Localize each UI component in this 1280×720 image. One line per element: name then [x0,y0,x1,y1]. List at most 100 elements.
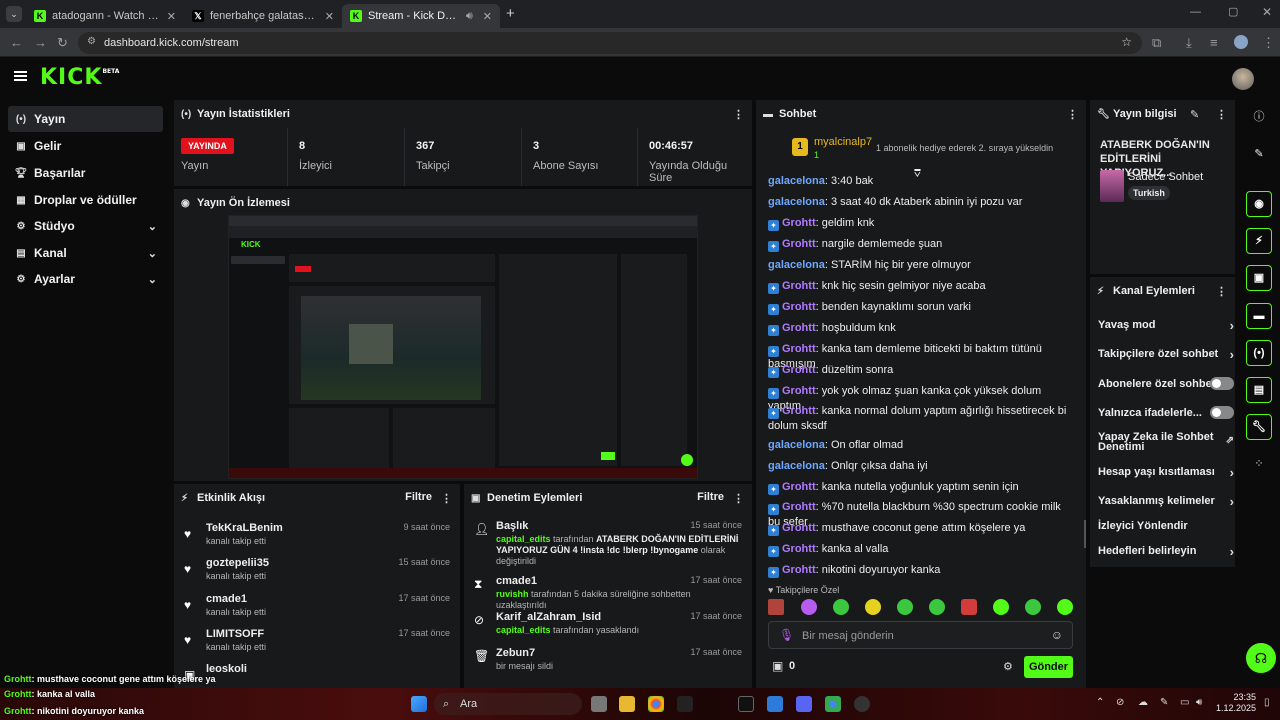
forward-icon[interactable]: → [34,35,47,50]
network-icon[interactable]: ▭ [1180,697,1189,708]
tray-icon[interactable]: ⊘ [1116,697,1124,708]
treasure-icon[interactable]: ▣ [772,659,783,673]
apps-icon[interactable]: ⁘ [1246,452,1272,478]
sidebar-item-kanal[interactable]: ▤ Kanal ⌄ [8,240,163,266]
emote-icon[interactable] [865,599,881,615]
site-info-icon[interactable]: ⚙ [87,36,96,47]
minimize-button[interactable]: — [1190,6,1201,18]
emote-icon[interactable] [833,599,849,615]
obs-icon[interactable] [854,696,870,712]
chrome-icon[interactable] [648,696,664,712]
stream-preview-video[interactable]: KICK [228,215,698,479]
microphone-icon[interactable]: 🎙︎ [779,628,794,642]
back-icon[interactable]: ← [10,35,23,50]
browser-menu-icon[interactable]: ⋮ [1262,35,1275,51]
close-icon[interactable]: ✕ [325,10,334,23]
action-ai-moderation[interactable]: Yapay Zeka ile Sohbet Denetimi ⇗ [1098,432,1234,453]
chat-input[interactable]: 🎙︎ Bir mesaj gönderin ☺ [768,621,1073,649]
sidebar-item-droplar[interactable]: ▦ Droplar ve ödüller [8,187,163,213]
speaker-icon[interactable]: 🔊︎ [466,10,473,23]
extensions-icon[interactable]: ⧉ [1152,35,1161,51]
emote-icon[interactable] [929,599,945,615]
action-raid[interactable]: İzleyici Yönlendir [1098,520,1228,532]
toggle-switch[interactable] [1210,377,1234,390]
browser-tab-2[interactable]: 𝕏 fenerbahçe galatasaray - Search ✕ [184,4,342,28]
window-close-button[interactable]: ✕ [1262,5,1272,19]
action-followers-only[interactable]: Takipçilere özel sohbet › [1098,347,1234,362]
action-subscribers-only[interactable]: Abonelere özel sohbet [1098,377,1234,390]
file-explorer-icon[interactable] [619,696,635,712]
sidebar-item-ayarlar[interactable]: ⚙ Ayarlar ⌄ [8,266,163,292]
capcut-icon[interactable] [677,696,693,712]
moderation-toggle-icon[interactable]: ▣ [1246,265,1272,291]
emote-icon[interactable] [993,599,1009,615]
send-button[interactable]: Gönder [1024,656,1073,678]
windows-start-icon[interactable] [411,696,427,712]
notification-icon[interactable]: ▯ [1264,697,1270,708]
sidebar-item-gelir[interactable]: ▣ Gelir [8,133,163,159]
sidebar-item-basarilar[interactable]: 🏆︎ Başarılar [8,160,163,186]
tray-icon[interactable]: ☁ [1138,697,1148,708]
action-account-age[interactable]: Hesap yaşı kısıtlaması › [1098,465,1234,480]
emote-icon[interactable] [1057,599,1073,615]
new-tab-button[interactable]: + [506,5,515,22]
action-goals[interactable]: Hedefleri belirleyin › [1098,544,1234,559]
clock[interactable]: 23:35 1.12.2025 [1216,692,1256,714]
info-icon[interactable]: ⓘ [1246,105,1272,131]
menu-icon[interactable] [14,71,27,81]
edit-icon[interactable]: ✎ [1246,142,1272,168]
filter-button[interactable]: Filtre [697,491,724,503]
filter-button[interactable]: Filtre [405,491,432,503]
maximize-button[interactable]: ▢ [1228,5,1238,18]
app-icon[interactable] [738,696,754,712]
edit-icon[interactable]: ✎ [1190,108,1199,121]
tab-search-button[interactable]: ⌄ [6,6,22,22]
browser-tab-3[interactable]: K Stream - Kick Dashboard 🔊︎ ✕ [342,4,500,28]
profile-icon[interactable] [1234,35,1248,49]
chat-settings-icon[interactable]: ⚙ [1003,660,1013,673]
emote-icon[interactable] [961,599,977,615]
action-emotes-only[interactable]: Yalnızca ifadelerle... [1098,406,1234,419]
tray-icon[interactable]: ✎ [1160,697,1168,708]
reading-list-icon[interactable]: ≡ [1210,35,1218,50]
stream-preview-toggle-icon[interactable]: ◉ [1246,191,1272,217]
url-bar[interactable]: ⚙ dashboard.kick.com/stream ☆ [78,32,1142,54]
emote-icon[interactable] [768,599,784,615]
sidebar-item-studyo[interactable]: ⚙ Stüdyo ⌄ [8,213,163,239]
tray-chevron-icon[interactable]: ⌃ [1096,697,1104,708]
taskbar-search[interactable]: ⌕ Ara [434,693,582,715]
bookmark-star-icon[interactable]: ☆ [1121,35,1132,49]
close-icon[interactable]: ✕ [483,10,492,23]
more-options-icon[interactable]: ⋮ [1216,285,1227,298]
action-banned-words[interactable]: Yasaklanmış kelimeler › [1098,494,1234,509]
chrome-icon[interactable] [825,696,841,712]
downloads-icon[interactable]: ⤓ [1186,35,1192,51]
task-view-icon[interactable] [591,696,607,712]
actions-toggle-icon[interactable]: ▤ [1246,377,1272,403]
reload-icon[interactable]: ↻ [57,35,68,51]
sidebar-item-yayin[interactable]: (•) Yayın [8,106,163,132]
discord-icon[interactable] [796,696,812,712]
more-options-icon[interactable]: ⋮ [733,492,744,505]
more-options-icon[interactable]: ⋮ [441,492,452,505]
emoji-icon[interactable]: ☺ [1051,628,1063,642]
app-icon[interactable] [767,696,783,712]
more-options-icon[interactable]: ⋮ [1216,108,1227,121]
broadcast-toggle-icon[interactable]: (•) [1246,340,1272,366]
close-icon[interactable]: ✕ [167,10,176,23]
action-slow-mode[interactable]: Yavaş mod › [1098,318,1234,333]
emote-icon[interactable] [801,599,817,615]
wrench-toggle-icon[interactable]: 🔧︎ [1246,414,1272,440]
scrollbar[interactable] [1084,520,1086,548]
browser-tab-1[interactable]: K atadogann - Watch the VOD on ✕ [26,4,184,28]
support-headset-icon[interactable]: ☊ [1246,643,1276,673]
kick-logo[interactable]: KICKBETA [40,65,119,90]
lightning-toggle-icon[interactable]: ⚡︎ [1246,228,1272,254]
emote-icon[interactable] [1025,599,1041,615]
more-options-icon[interactable]: ⋮ [1067,108,1078,121]
more-options-icon[interactable]: ⋮ [733,108,744,121]
avatar[interactable] [1232,68,1254,90]
emote-icon[interactable] [897,599,913,615]
toggle-switch[interactable] [1210,406,1234,419]
chat-toggle-icon[interactable]: ▬ [1246,303,1272,329]
